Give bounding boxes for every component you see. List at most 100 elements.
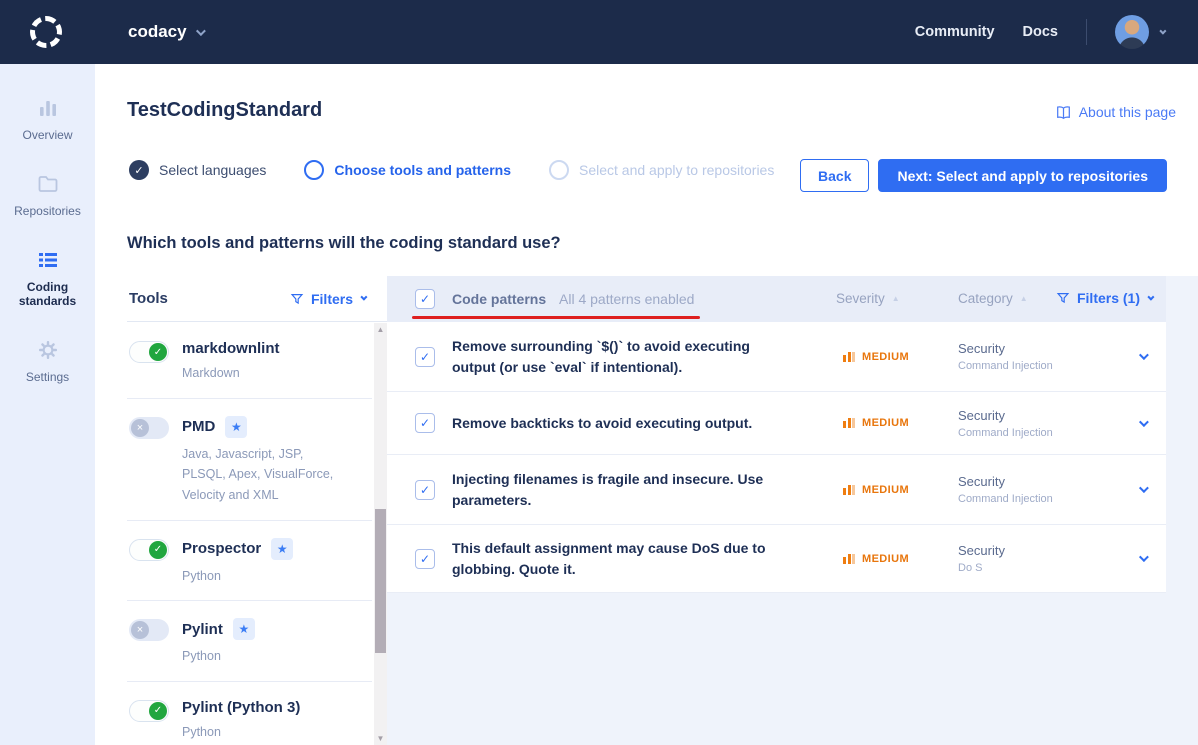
toggle-check-icon: ✓ — [149, 541, 167, 559]
avatar — [1115, 15, 1149, 49]
expand-pattern-button[interactable] — [1118, 486, 1166, 493]
tool-name: PMD — [182, 418, 215, 435]
tool-languages: Python — [182, 646, 255, 667]
severity-column-label: Severity — [836, 291, 885, 306]
funnel-icon — [1056, 291, 1070, 305]
patterns-filters-label: Filters (1) — [1077, 290, 1140, 306]
severity-medium-icon — [843, 352, 855, 362]
scroll-up-icon[interactable]: ▲ — [374, 323, 387, 336]
step-select-languages[interactable]: ✓ Select languages — [129, 160, 266, 180]
severity-sort-header[interactable]: Severity ▲ — [836, 291, 900, 306]
tool-toggle-on[interactable]: ✓ — [129, 341, 169, 363]
tool-toggle-on[interactable]: ✓ — [129, 700, 169, 722]
pattern-category: Security Command Injection — [938, 474, 1118, 505]
funnel-icon — [290, 292, 304, 306]
tools-filters-button[interactable]: Filters — [290, 291, 365, 307]
toggle-x-icon: × — [131, 621, 149, 639]
patterns-enabled-count: All 4 patterns enabled — [559, 291, 694, 307]
pattern-title: Injecting filenames is fragile and insec… — [452, 469, 823, 511]
expand-pattern-button[interactable] — [1118, 353, 1166, 360]
pattern-row: ✓ Remove backticks to avoid executing ou… — [387, 392, 1166, 455]
sidebar-item-coding-standards[interactable]: Coding standards — [5, 248, 91, 308]
sidebar-item-label: Coding standards — [5, 280, 91, 308]
chevron-down-icon — [1138, 552, 1148, 562]
bar-chart-icon — [36, 96, 60, 120]
folder-icon — [36, 172, 60, 196]
tool-toggle-off[interactable]: × — [129, 417, 169, 439]
subcategory-name: Command Injection — [958, 427, 1118, 439]
recommended-star-icon[interactable]: ★ — [271, 538, 293, 560]
main-content: TestCodingStandard About this page ✓ Sel… — [95, 64, 1198, 745]
next-button[interactable]: Next: Select and apply to repositories — [878, 159, 1167, 192]
pattern-checkbox[interactable]: ✓ — [415, 549, 435, 569]
pattern-checkbox[interactable]: ✓ — [415, 347, 435, 367]
tool-languages: Markdown — [182, 363, 280, 384]
pattern-row: ✓ Injecting filenames is fragile and ins… — [387, 455, 1166, 525]
docs-link[interactable]: Docs — [1023, 24, 1058, 40]
toggle-check-icon: ✓ — [149, 343, 167, 361]
pattern-row: ✓ Remove surrounding `$()` to avoid exec… — [387, 322, 1166, 392]
pattern-checkbox[interactable]: ✓ — [415, 480, 435, 500]
tools-scrollbar[interactable]: ▲ ▼ — [374, 323, 387, 745]
patterns-filters-button[interactable]: Filters (1) — [1056, 290, 1152, 306]
tool-languages: Java, Javascript, JSP, PLSQL, Apex, Visu… — [182, 444, 342, 506]
severity-label: MEDIUM — [862, 553, 909, 565]
sort-asc-icon: ▲ — [1020, 294, 1028, 303]
chevron-down-icon — [1138, 417, 1148, 427]
toggle-x-icon: × — [131, 419, 149, 437]
about-link-label: About this page — [1079, 104, 1176, 120]
severity-label: MEDIUM — [862, 351, 909, 363]
tool-toggle-off[interactable]: × — [129, 619, 169, 641]
select-all-patterns-checkbox[interactable]: ✓ — [415, 289, 435, 309]
sidebar-item-repositories[interactable]: Repositories — [5, 172, 91, 218]
sidebar-item-settings[interactable]: Settings — [5, 338, 91, 384]
user-menu[interactable] — [1115, 15, 1164, 49]
pattern-checkbox[interactable]: ✓ — [415, 413, 435, 433]
tool-row-pylint: × Pylint ★ Python — [127, 601, 372, 682]
step-choose-tools-patterns[interactable]: Choose tools and patterns — [304, 160, 511, 180]
tool-row-markdownlint: ✓ markdownlint Markdown — [127, 323, 372, 399]
back-button[interactable]: Back — [800, 159, 869, 192]
book-icon — [1055, 105, 1072, 120]
step-select-apply-repositories: Select and apply to repositories — [549, 160, 774, 180]
top-navbar: codacy Community Docs — [0, 0, 1198, 64]
step-label: Select and apply to repositories — [579, 162, 774, 178]
pattern-severity: MEDIUM — [823, 553, 938, 565]
tool-toggle-on[interactable]: ✓ — [129, 539, 169, 561]
subcategory-name: Command Injection — [958, 493, 1118, 505]
chevron-down-icon — [1147, 293, 1154, 300]
severity-medium-icon — [843, 485, 855, 495]
page-title: TestCodingStandard — [127, 99, 322, 122]
recommended-star-icon[interactable]: ★ — [233, 618, 255, 640]
severity-label: MEDIUM — [862, 417, 909, 429]
step-label: Choose tools and patterns — [334, 162, 511, 178]
sidebar-item-label: Settings — [26, 370, 69, 384]
tools-panel-title: Tools — [129, 290, 168, 307]
tool-languages: Python — [182, 566, 293, 587]
scrollbar-thumb[interactable] — [375, 509, 386, 653]
tool-languages: Python — [182, 722, 300, 743]
scroll-down-icon[interactable]: ▼ — [374, 732, 387, 745]
divider — [1086, 19, 1087, 45]
list-icon — [36, 248, 60, 272]
about-this-page-link[interactable]: About this page — [1055, 104, 1176, 120]
sidebar-item-overview[interactable]: Overview — [5, 96, 91, 142]
org-name: codacy — [128, 22, 187, 42]
pattern-severity: MEDIUM — [823, 417, 938, 429]
pattern-severity: MEDIUM — [823, 484, 938, 496]
expand-pattern-button[interactable] — [1118, 555, 1166, 562]
step-label: Select languages — [159, 162, 266, 178]
community-link[interactable]: Community — [915, 24, 995, 40]
org-switcher[interactable]: codacy — [128, 22, 203, 42]
chevron-down-icon — [1138, 483, 1148, 493]
recommended-star-icon[interactable]: ★ — [225, 416, 247, 438]
expand-pattern-button[interactable] — [1118, 420, 1166, 427]
pattern-row: ✓ This default assignment may cause DoS … — [387, 525, 1166, 593]
step-circle-icon — [549, 160, 569, 180]
pattern-severity: MEDIUM — [823, 351, 938, 363]
subcategory-name: Do S — [958, 562, 1118, 574]
tool-row-pmd: × PMD ★ Java, Javascript, JSP, PLSQL, Ap… — [127, 399, 372, 521]
category-sort-header[interactable]: Category ▲ — [958, 291, 1028, 306]
pattern-title: Remove surrounding `$()` to avoid execut… — [452, 336, 823, 378]
subcategory-name: Command Injection — [958, 360, 1118, 372]
